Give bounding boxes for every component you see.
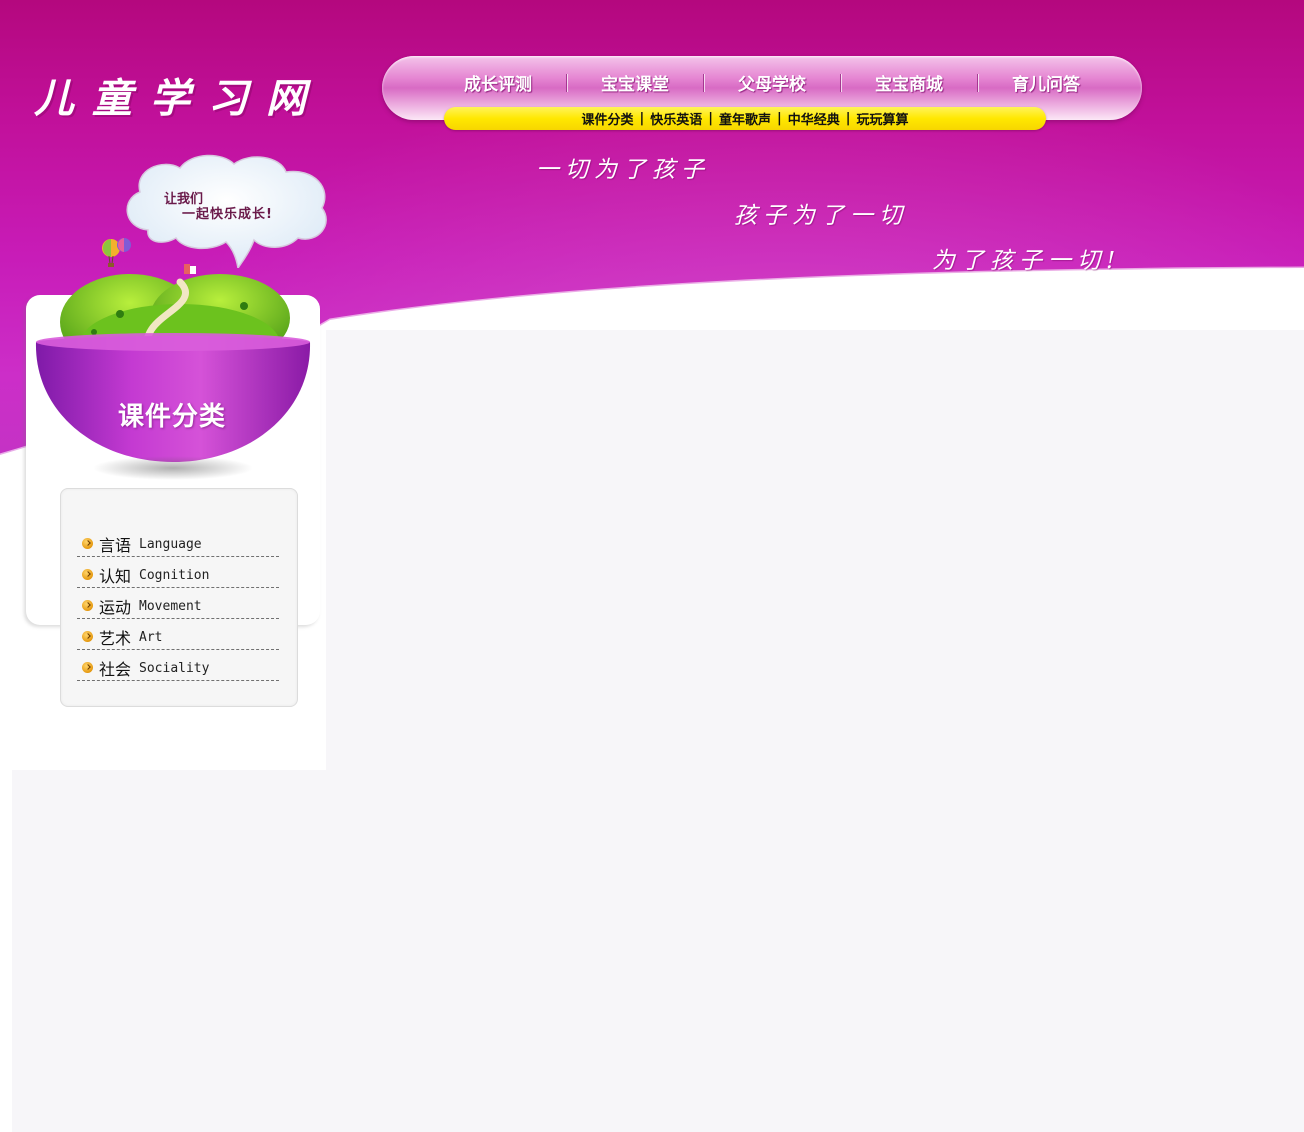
sub-nav-item-math[interactable]: 玩玩算算 <box>851 109 915 128</box>
sub-nav: 课件分类 | 快乐英语 | 童年歌声 | 中华经典 | 玩玩算算 <box>444 107 1046 130</box>
arrow-bullet-icon <box>82 631 93 642</box>
category-item-art[interactable]: 艺术 Art <box>77 620 279 650</box>
category-item-cn: 运动 <box>99 597 132 617</box>
category-item-en: Cognition <box>139 568 210 583</box>
arrow-bullet-icon <box>82 538 93 549</box>
arrow-bullet-icon <box>82 600 93 611</box>
sub-nav-item-courseware[interactable]: 课件分类 <box>575 109 639 128</box>
category-list: 言语 Language 认知 Cognition 运动 Movement 艺术 … <box>77 527 279 682</box>
category-item-sociality[interactable]: 社会 Sociality <box>77 651 279 681</box>
category-item-cn: 社会 <box>99 659 132 679</box>
page-left-edge <box>0 770 12 1132</box>
category-item-en: Art <box>139 630 163 645</box>
category-item-en: Movement <box>139 599 202 614</box>
sub-nav-item-classics[interactable]: 中华经典 <box>782 109 846 128</box>
arrow-bullet-icon <box>82 662 93 673</box>
sub-nav-item-songs[interactable]: 童年歌声 <box>713 109 777 128</box>
category-item-movement[interactable]: 运动 Movement <box>77 589 279 619</box>
slogan-line-3: 为了孩子一切! <box>932 248 1122 274</box>
hot-air-balloon-icon <box>102 238 131 267</box>
main-nav-item-baby-class[interactable]: 宝宝课堂 <box>567 70 703 95</box>
category-menu: 言语 Language 认知 Cognition 运动 Movement 艺术 … <box>60 488 298 707</box>
main-nav-item-parent-school[interactable]: 父母学校 <box>704 70 840 95</box>
category-item-cognition[interactable]: 认知 Cognition <box>77 558 279 588</box>
category-bowl-icon <box>35 264 311 480</box>
cloud-text-line-2: 一起快乐成长! <box>182 207 273 222</box>
main-nav-item-growth-test[interactable]: 成长评测 <box>430 70 566 95</box>
category-item-en: Language <box>139 537 202 552</box>
slogan-line-1: 一切为了孩子 <box>536 157 710 183</box>
category-item-cn: 言语 <box>99 535 132 555</box>
sub-nav-item-english[interactable]: 快乐英语 <box>644 109 708 128</box>
category-item-cn: 认知 <box>99 566 132 586</box>
site-logo[interactable]: 儿童学习网 <box>34 66 324 124</box>
category-item-en: Sociality <box>139 661 210 676</box>
main-nav-item-parenting-qa[interactable]: 育儿问答 <box>978 70 1114 95</box>
main-nav-item-baby-mall[interactable]: 宝宝商城 <box>841 70 977 95</box>
arrow-bullet-icon <box>82 569 93 580</box>
category-item-language[interactable]: 言语 Language <box>77 527 279 557</box>
left-content-column <box>12 770 326 1132</box>
category-item-cn: 艺术 <box>99 628 132 648</box>
category-title: 课件分类 <box>117 402 226 432</box>
slogan-line-2: 孩子为了一切 <box>734 203 908 229</box>
main-content-area <box>326 330 1304 1132</box>
